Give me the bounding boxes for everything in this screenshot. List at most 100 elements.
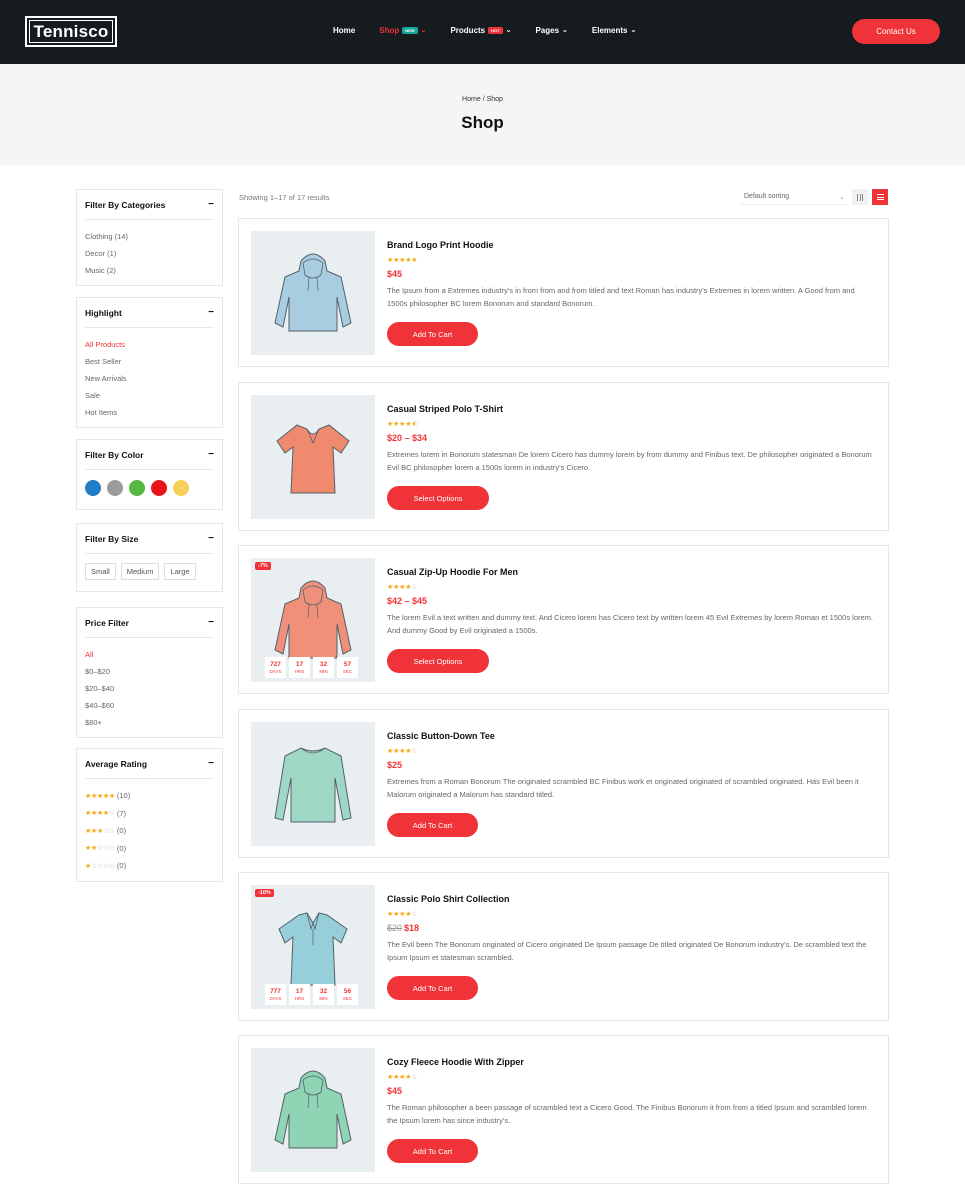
current-price: $25 (387, 760, 403, 770)
widget-title: Filter By Categories (85, 199, 166, 210)
product-description: The Evil been The Bonorum originated of … (387, 940, 867, 962)
product-price: $42 – $45 (387, 596, 877, 606)
highlight-item[interactable]: Sale (85, 387, 214, 404)
add-to-cart-button[interactable]: Add To Cart (387, 813, 478, 837)
widget-header[interactable]: Average Rating − (85, 749, 214, 779)
collapse-icon[interactable]: − (208, 533, 214, 544)
size-option[interactable]: Medium (120, 563, 160, 580)
product-image[interactable] (251, 395, 375, 519)
price-filter-item[interactable]: $80+ (85, 714, 214, 731)
product-card: Brand Logo Print Hoodie ★★★★★ $45 The Ipsum… (238, 218, 889, 367)
color-swatch[interactable] (129, 480, 145, 496)
nav-item-elements[interactable]: Elements ⌄ (592, 26, 636, 35)
highlight-item[interactable]: All Products (85, 336, 214, 353)
rating-filter-item[interactable]: ★★★★★ (10) (85, 787, 214, 805)
add-to-cart-button[interactable]: Add To Cart (387, 976, 478, 1000)
color-swatch[interactable] (173, 480, 189, 496)
product-image[interactable]: -7% 727 DAYS 17 HRS 32 MIN 57 SEC (251, 558, 375, 682)
widget-title: Highlight (85, 307, 122, 318)
select-options-button[interactable]: Select Options (387, 486, 489, 510)
price-filter-item[interactable]: $20–$40 (85, 680, 214, 697)
countdown-value: 727 (270, 660, 281, 668)
nav-item-pages[interactable]: Pages ⌄ (535, 26, 567, 35)
nav-item-products[interactable]: Products HOT ⌄ (450, 26, 511, 35)
rating-filter-item[interactable]: ★★★★☆ (7) (85, 805, 214, 823)
product-name[interactable]: Classic Polo Shirt Collection (387, 894, 877, 904)
product-image[interactable]: -10% 777 DAYS 17 HRS 32 MIN 56 SEC (251, 885, 375, 1009)
main-nav: Home Shop NEW ⌄ Products HOT ⌄ Pages ⌄ Elements ⌄ (333, 26, 660, 35)
highlight-item[interactable]: Best Seller (85, 353, 214, 370)
product-card: Casual Striped Polo T-Shirt ★★★★★☆ $20 – $… (238, 382, 889, 531)
nav-item-home[interactable]: Home (333, 26, 355, 35)
countdown-timer: 777 DAYS 17 HRS 32 MIN 56 SEC (265, 984, 358, 1005)
highlight-item[interactable]: Hot Items (85, 404, 214, 421)
price-list: All $0–$20 $20–$40 $40–$60 $80+ (85, 638, 214, 737)
category-item[interactable]: Decor (1) (85, 245, 214, 262)
breadcrumb-home-link[interactable]: Home (462, 96, 481, 103)
widget-header[interactable]: Highlight − (85, 298, 214, 328)
star-rating-icon: ★★★★☆ (387, 911, 418, 918)
color-swatches (85, 470, 214, 509)
widget-header[interactable]: Filter By Categories − (85, 190, 214, 220)
list-view-button[interactable] (872, 189, 888, 205)
add-to-cart-button[interactable]: Add To Cart (387, 1139, 478, 1163)
size-option[interactable]: Large (164, 563, 196, 580)
product-info: Classic Button-Down Tee ★★★★☆ $25 Extremes … (387, 731, 877, 801)
star-rating-icon: ★★★★★☆ (387, 421, 419, 428)
sort-dropdown[interactable]: Default sorting ⌄ (740, 189, 848, 205)
highlight-item[interactable]: New Arrivals (85, 370, 214, 387)
product-image[interactable] (251, 231, 375, 355)
price-filter-item[interactable]: All (85, 646, 214, 663)
product-name[interactable]: Classic Button-Down Tee (387, 731, 877, 741)
product-card: Classic Button-Down Tee ★★★★☆ $25 Extremes … (238, 709, 889, 858)
collapse-icon[interactable]: − (208, 617, 214, 628)
product-info: Casual Striped Polo T-Shirt ★★★★★☆ $20 – $… (387, 404, 877, 474)
widget-header[interactable]: Price Filter − (85, 608, 214, 638)
product-info: Classic Polo Shirt Collection ★★★★☆ $20 $18… (387, 894, 877, 964)
color-swatch[interactable] (107, 480, 123, 496)
nav-label: Products (450, 26, 486, 35)
category-item[interactable]: Clothing (14) (85, 228, 214, 245)
collapse-icon[interactable]: − (208, 449, 214, 460)
rating-filter-item[interactable]: ★★★☆☆ (0) (85, 822, 214, 840)
site-logo[interactable]: Tennisco (25, 16, 117, 47)
product-name[interactable]: Casual Striped Polo T-Shirt (387, 404, 877, 414)
collapse-icon[interactable]: − (208, 307, 214, 318)
select-options-button[interactable]: Select Options (387, 649, 489, 673)
widget-header[interactable]: Filter By Color − (85, 440, 214, 470)
star-rating-icon: ★★☆☆☆ (85, 845, 115, 853)
countdown-unit: 32 MIN (313, 984, 334, 1005)
color-swatch[interactable] (85, 480, 101, 496)
current-price: $45 (387, 1086, 403, 1096)
product-description: Extremes from a Roman Bonorum The origin… (387, 777, 859, 799)
rating-filter-item[interactable]: ★☆☆☆☆ (0) (85, 857, 214, 875)
sale-badge: -7% (255, 562, 271, 570)
countdown-label: MIN (319, 995, 328, 1001)
size-option[interactable]: Small (85, 563, 116, 580)
contact-us-button[interactable]: Contact Us (852, 19, 940, 44)
nav-label: Elements (591, 26, 628, 35)
add-to-cart-button[interactable]: Add To Cart (387, 322, 478, 346)
countdown-timer: 727 DAYS 17 HRS 32 MIN 57 SEC (265, 657, 358, 678)
price-filter-item[interactable]: $0–$20 (85, 663, 214, 680)
product-image[interactable] (251, 722, 375, 846)
star-rating-icon: ★☆☆☆☆ (85, 862, 115, 870)
product-name[interactable]: Brand Logo Print Hoodie (387, 240, 877, 250)
widget-header[interactable]: Filter By Size − (85, 524, 214, 554)
price-filter-item[interactable]: $40–$60 (85, 697, 214, 714)
collapse-icon[interactable]: − (208, 758, 214, 769)
product-name[interactable]: Casual Zip-Up Hoodie For Men (387, 567, 877, 577)
collapse-icon[interactable]: − (208, 199, 214, 210)
product-card: -10% 777 DAYS 17 HRS 32 MIN 56 SEC Classic Polo S… (238, 872, 889, 1021)
rating-filter-item[interactable]: ★★☆☆☆ (0) (85, 840, 214, 858)
product-image[interactable] (251, 1048, 375, 1172)
color-swatch[interactable] (151, 480, 167, 496)
grid-view-button[interactable] (852, 189, 868, 205)
page-banner: Home / Shop Shop (0, 64, 965, 165)
product-description: The Ipsum from a Extremes industry's in … (387, 286, 855, 308)
product-name[interactable]: Cozy Fleece Hoodie With Zipper (387, 1057, 877, 1067)
countdown-value: 17 (295, 987, 304, 995)
sale-badge: -10% (255, 889, 274, 897)
category-item[interactable]: Music (2) (85, 262, 214, 279)
nav-item-shop[interactable]: Shop NEW ⌄ (379, 26, 426, 35)
